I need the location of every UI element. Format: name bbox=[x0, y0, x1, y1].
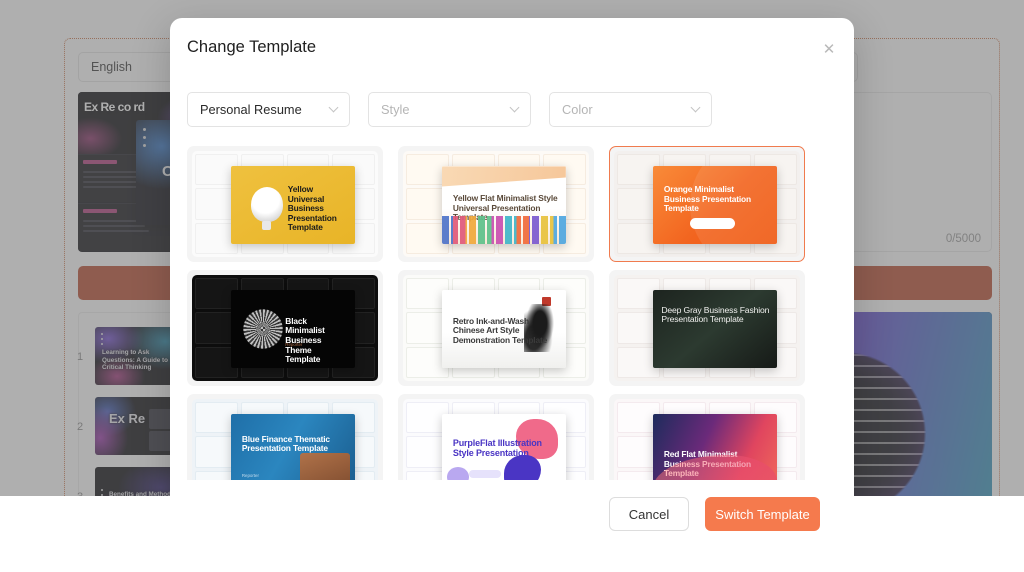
switch-template-button-label: Switch Template bbox=[715, 506, 810, 522]
chevron-down-icon bbox=[328, 102, 339, 113]
chevron-down-icon bbox=[690, 102, 701, 113]
template-title: Retro Ink-and-Wash Chinese Art Style Dem… bbox=[452, 315, 548, 345]
hero-button bbox=[689, 217, 735, 230]
color-select[interactable]: Color bbox=[549, 92, 712, 127]
hero-button bbox=[468, 470, 502, 478]
template-card[interactable]: Black Minimalist Business Theme Template… bbox=[187, 270, 383, 386]
template-card[interactable]: Retro Ink-and-Wash Chinese Art Style Dem… bbox=[398, 270, 594, 386]
cancel-button-label: Cancel bbox=[628, 506, 670, 522]
category-select[interactable]: Personal Resume bbox=[187, 92, 350, 127]
cancel-button[interactable]: Cancel bbox=[609, 497, 689, 531]
template-card[interactable]: PurpleFlat Illustration Style Presentati… bbox=[398, 394, 594, 480]
blob-graphic bbox=[446, 467, 469, 480]
template-card[interactable]: Red Flat Minimalist Business Presentatio… bbox=[609, 394, 805, 480]
close-icon[interactable]: ✕ bbox=[820, 41, 838, 59]
template-thumbnail: Yellow Universal Business Presentation T… bbox=[188, 147, 382, 261]
style-select[interactable]: Style bbox=[368, 92, 531, 127]
template-subtitle: Reporter bbox=[285, 341, 303, 347]
template-title: PurpleFlat Illustration Style Presentati… bbox=[452, 437, 542, 458]
template-thumbnail: PurpleFlat Illustration Style Presentati… bbox=[399, 395, 593, 480]
template-thumbnail: Black Minimalist Business Theme Template… bbox=[188, 271, 382, 385]
template-card[interactable]: Deep Gray Business Fashion Presentation … bbox=[609, 270, 805, 386]
template-thumbnail: Retro Ink-and-Wash Chinese Art Style Dem… bbox=[399, 271, 593, 385]
template-card-selected[interactable]: Orange Minimalist Business Presentation … bbox=[609, 146, 805, 262]
template-title: Red Flat Minimalist Business Presentatio… bbox=[663, 449, 751, 479]
template-title: Orange Minimalist Business Presentation … bbox=[663, 183, 751, 214]
template-thumbnail: Deep Gray Business Fashion Presentation … bbox=[610, 271, 804, 385]
template-title: Blue Finance Thematic Presentation Templ… bbox=[241, 433, 330, 454]
filter-bar: Personal Resume Style Color bbox=[187, 92, 712, 127]
template-grid: Yellow Universal Business Presentation T… bbox=[187, 146, 805, 480]
blob-graphic bbox=[503, 454, 541, 480]
modal-footer bbox=[0, 496, 1024, 572]
switch-template-button[interactable]: Switch Template bbox=[705, 497, 820, 531]
app-root: English Ex Re co rd bbox=[0, 0, 1024, 572]
color-select-value: Color bbox=[562, 102, 593, 117]
spiral-graphic bbox=[240, 304, 286, 354]
template-subtitle: Reporter bbox=[241, 473, 259, 479]
style-select-value: Style bbox=[381, 102, 410, 117]
template-card[interactable]: Blue Finance Thematic Presentation Templ… bbox=[187, 394, 383, 480]
category-select-value: Personal Resume bbox=[200, 102, 302, 117]
page-title: Change Template bbox=[187, 38, 317, 56]
template-thumbnail: Yellow Flat Minimalist Style Universal P… bbox=[399, 147, 593, 261]
template-card[interactable]: Yellow Flat Minimalist Style Universal P… bbox=[398, 146, 594, 262]
chevron-down-icon bbox=[509, 102, 520, 113]
coins-graphic bbox=[300, 453, 350, 480]
template-thumbnail: Orange Minimalist Business Presentation … bbox=[610, 147, 804, 261]
hands-graphic bbox=[441, 216, 566, 244]
template-title: Yellow Universal Business Presentation T… bbox=[287, 183, 337, 233]
template-card[interactable]: Yellow Universal Business Presentation T… bbox=[187, 146, 383, 262]
template-thumbnail: Red Flat Minimalist Business Presentatio… bbox=[610, 395, 804, 480]
template-thumbnail: Blue Finance Thematic Presentation Templ… bbox=[188, 395, 382, 480]
template-title: Deep Gray Business Fashion Presentation … bbox=[661, 304, 770, 325]
lightbulb-icon bbox=[250, 186, 283, 230]
